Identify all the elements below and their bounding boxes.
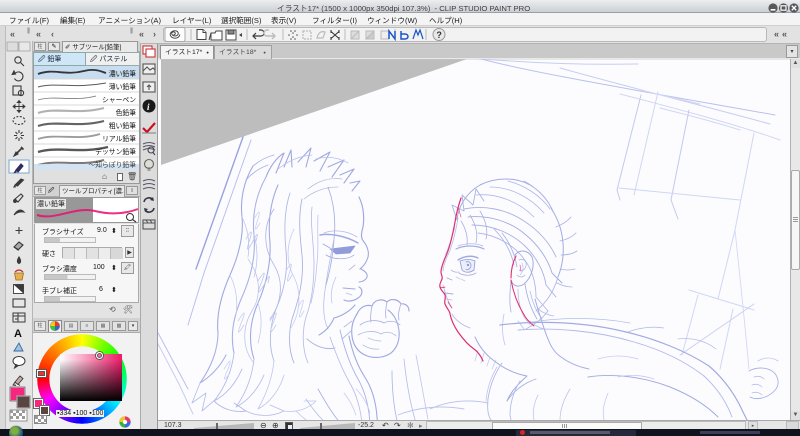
svg-text:A: A <box>14 328 22 340</box>
svg-text:?: ? <box>436 30 442 40</box>
